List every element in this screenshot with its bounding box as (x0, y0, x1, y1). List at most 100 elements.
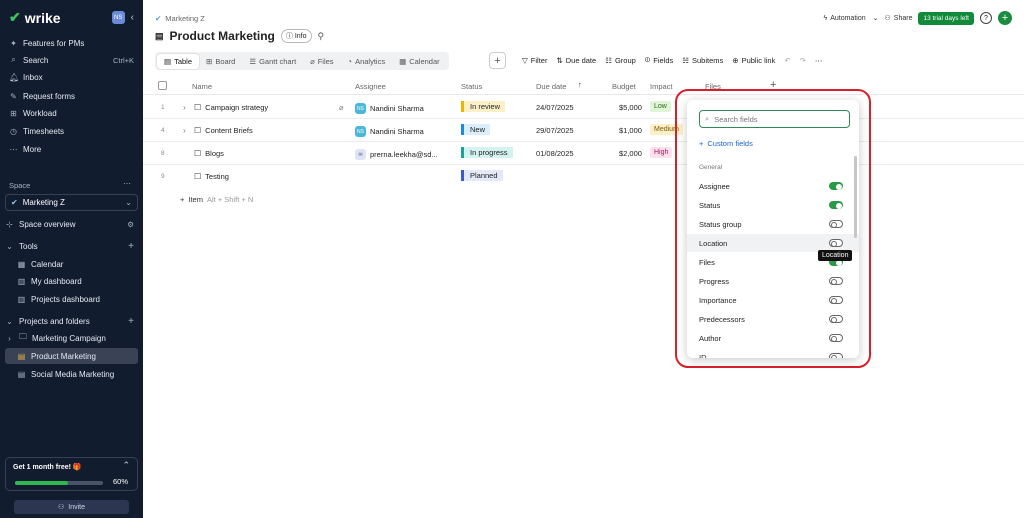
budget[interactable]: $5,000 (619, 103, 642, 112)
sidebar-search[interactable]: ⌕ Search Ctrl+K (9, 52, 134, 68)
public-link-button[interactable]: ⊕ Public link (732, 56, 775, 65)
subitems-button[interactable]: ☵ Subitems (682, 56, 723, 65)
more-options-icon[interactable]: ⋯ (815, 56, 823, 65)
column-budget[interactable]: Budget (612, 82, 636, 91)
search-fields-input[interactable] (714, 114, 835, 124)
field-assignee[interactable]: Assignee (687, 177, 859, 195)
sidebar-item-timesheets[interactable]: ◷ Timesheets (9, 123, 134, 139)
sidebar-item-workload[interactable]: ⊞ Workload (9, 105, 134, 121)
task-name[interactable]: Content Briefs (205, 126, 253, 135)
invite-button[interactable]: ⚇ Invite (14, 500, 129, 514)
sidebar-item-projects-dashboard[interactable]: ▥ Projects dashboard (17, 291, 134, 307)
sidebar-item-inbox[interactable]: 🔔︎ Inbox (9, 69, 134, 85)
breadcrumb[interactable]: ✔ Marketing Z (155, 14, 205, 23)
attachment-icon[interactable]: ⌀ (339, 103, 344, 112)
expand-chevron-icon[interactable]: › (183, 103, 186, 112)
add-view-button[interactable]: + (489, 52, 506, 69)
sidebar-item-more[interactable]: ⋯ More (9, 141, 134, 157)
column-impact[interactable]: Impact (650, 82, 673, 91)
sidebar-section-projects[interactable]: ⌄ Projects and folders + (5, 313, 134, 329)
promo-card[interactable]: Get 1 month free! 🎁 ⌃ 60% (5, 457, 138, 491)
field-importance[interactable]: Importance (687, 291, 859, 309)
features-for-pms[interactable]: ✦ Features for PMs (9, 35, 134, 51)
task-name[interactable]: Testing (205, 172, 229, 181)
tab-board[interactable]: ⊞ Board (199, 54, 242, 69)
column-assignee[interactable]: Assignee (355, 82, 386, 91)
sidebar-item-space-overview[interactable]: ⊹ Space overview ⚙ (5, 216, 134, 232)
sidebar-item-marketing-campaign[interactable]: › 🗀︎ Marketing Campaign (5, 330, 134, 346)
custom-fields-button[interactable]: + Custom fields (699, 139, 753, 148)
toggle-switch[interactable] (829, 315, 843, 323)
filter-button[interactable]: ▽ Filter (522, 56, 547, 65)
undo-icon[interactable]: ↶ (784, 56, 790, 65)
redo-icon[interactable]: ↷ (800, 56, 806, 65)
add-item-button[interactable]: + Item Alt + Shift + N (180, 195, 253, 204)
column-name[interactable]: Name (192, 82, 212, 91)
help-icon[interactable]: ? (980, 12, 992, 24)
add-project-icon[interactable]: + (128, 316, 134, 327)
due-date[interactable]: 01/08/2025 (536, 149, 574, 158)
toggle-switch[interactable] (829, 277, 843, 285)
tab-gantt[interactable]: ☰ Gantt chart (242, 54, 303, 69)
field-status[interactable]: Status (687, 196, 859, 214)
assignee[interactable]: Nandini Sharma (370, 127, 424, 136)
pin-icon[interactable]: ⚲ (318, 31, 325, 42)
info-button[interactable]: ⓘ Info (280, 29, 312, 43)
field-progress[interactable]: Progress (687, 272, 859, 290)
tab-analytics[interactable]: ◔ Analytics (341, 54, 393, 69)
sidebar-item-my-dashboard[interactable]: ▥ My dashboard (17, 273, 134, 289)
create-new-button[interactable]: + (998, 11, 1012, 25)
toggle-switch[interactable] (829, 239, 843, 247)
due-date[interactable]: 24/07/2025 (536, 103, 574, 112)
toggle-switch[interactable] (829, 201, 843, 209)
select-all-checkbox[interactable] (158, 81, 167, 90)
fields-button[interactable]: ⦶ Fields (645, 55, 673, 65)
group-button[interactable]: ☷ Group (605, 56, 636, 65)
settings-gear-icon[interactable]: ⚙ (127, 220, 134, 229)
user-avatar[interactable]: NS (111, 11, 125, 24)
sidebar-section-tools[interactable]: ⌄ Tools + (5, 238, 134, 254)
space-more-icon[interactable]: ⋯ (123, 179, 131, 188)
table-row[interactable]: 1 › ☐ Campaign strategy ⌀ NS Nandini Sharm… (143, 97, 1024, 119)
status-badge[interactable]: Planned (461, 170, 503, 181)
assignee[interactable]: Nandini Sharma (370, 104, 424, 113)
impact-badge[interactable]: High (650, 147, 673, 158)
status-badge[interactable]: In review (461, 101, 506, 112)
sidebar-item-social-media[interactable]: ▤ Social Media Marketing (17, 366, 134, 382)
budget[interactable]: $2,000 (619, 149, 642, 158)
automation-button[interactable]: ϟ Automation ⌄ (823, 14, 878, 23)
impact-badge[interactable]: Low (650, 101, 671, 112)
add-tool-icon[interactable]: + (128, 241, 134, 252)
sort-due-date-button[interactable]: ⇅ Due date (556, 56, 596, 65)
chevron-up-icon[interactable]: ⌃ (122, 460, 130, 471)
space-selector[interactable]: ✔ Marketing Z ⌄ (5, 194, 138, 211)
budget[interactable]: $1,000 (619, 126, 642, 135)
collapse-sidebar-icon[interactable]: ‹ (131, 12, 134, 23)
wrike-logo[interactable]: ✔ wrike (9, 9, 61, 26)
toggle-switch[interactable] (829, 334, 843, 342)
table-row[interactable]: 9 ☐ Testing Planned (143, 166, 1024, 188)
task-name[interactable]: Campaign strategy (205, 103, 268, 112)
status-badge[interactable]: New (461, 124, 491, 135)
assignee[interactable]: prerna.leekha@sd... (370, 150, 438, 159)
tab-files[interactable]: ⌀ Files (303, 54, 340, 69)
sidebar-item-request-forms[interactable]: ✎ Request forms (9, 88, 134, 104)
column-status[interactable]: Status (461, 82, 482, 91)
expand-chevron-icon[interactable]: › (183, 126, 186, 135)
toggle-switch[interactable] (829, 182, 843, 190)
task-name[interactable]: Blogs (205, 149, 224, 158)
toggle-switch[interactable] (829, 220, 843, 228)
field-author[interactable]: Author (687, 329, 859, 347)
toggle-switch[interactable] (829, 296, 843, 304)
column-due-date[interactable]: Due date (536, 82, 566, 91)
sidebar-item-product-marketing[interactable]: ▤ Product Marketing (5, 348, 138, 364)
share-button[interactable]: ⚇ Share (885, 14, 913, 23)
due-date[interactable]: 29/07/2025 (536, 126, 574, 135)
table-row[interactable]: 4 › ☐ Content Briefs NS Nandini Sharma New… (143, 120, 1024, 142)
status-badge[interactable]: In progress (461, 147, 513, 158)
table-row[interactable]: 8 ☐ Blogs ✉ prerna.leekha@sd... In progres… (143, 143, 1024, 165)
field-predecessors[interactable]: Predecessors (687, 310, 859, 328)
field-id[interactable]: ID (687, 348, 859, 358)
sidebar-item-calendar[interactable]: ▦ Calendar (17, 256, 134, 272)
tab-calendar[interactable]: ▦ Calendar (392, 54, 447, 69)
